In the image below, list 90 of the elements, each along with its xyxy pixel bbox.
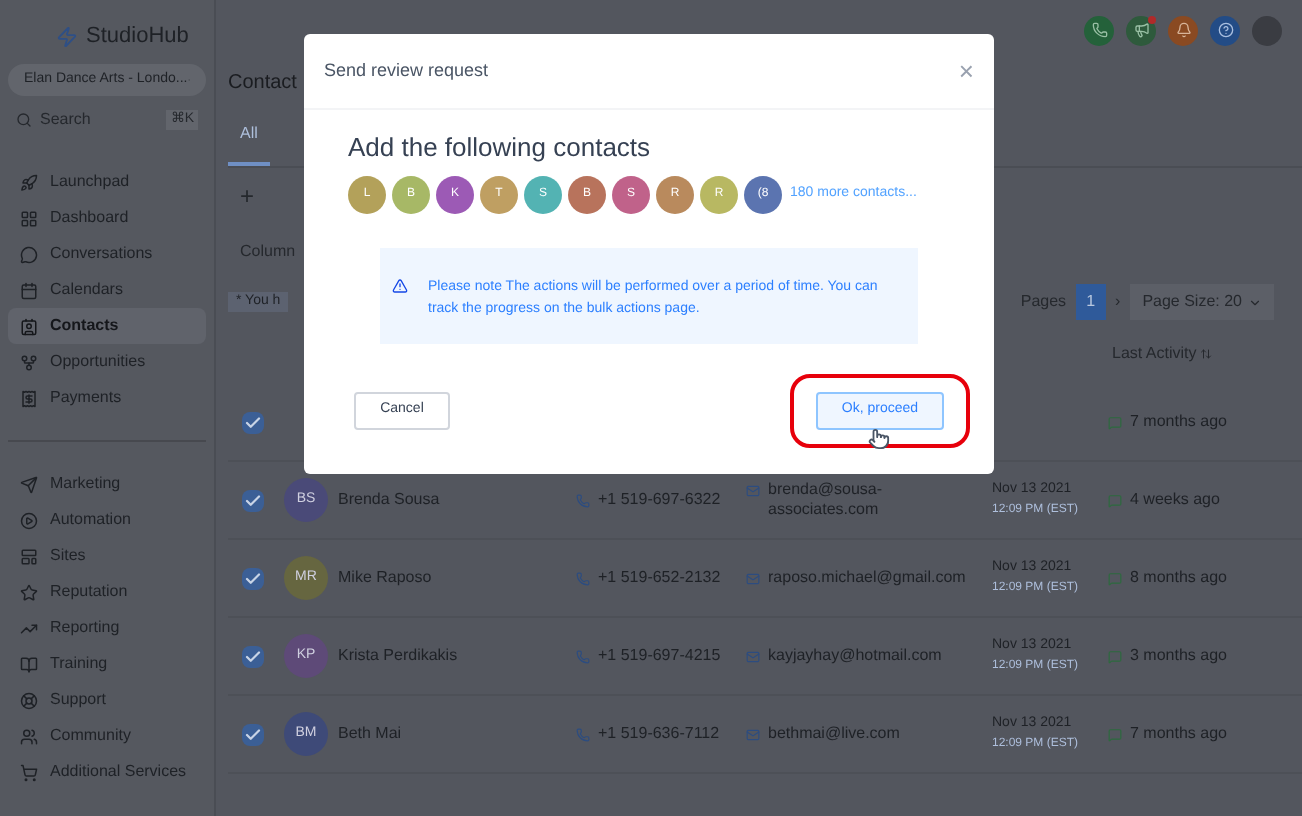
last-activity: 8 months ago <box>1130 566 1227 590</box>
help-icon <box>1217 22 1233 38</box>
sort-icon <box>1200 348 1213 360</box>
contact-name[interactable]: Mike Raposo <box>338 566 432 590</box>
last-activity: 7 months ago <box>1130 410 1227 434</box>
grid-icon <box>20 209 38 227</box>
rocket-icon <box>20 173 38 191</box>
message-icon <box>1108 415 1122 429</box>
sidebar-item[interactable]: Reporting <box>8 610 206 646</box>
contact-email: kayjayhay@hotmail.com <box>768 646 944 666</box>
dialog-heading: Add the following contacts <box>348 130 653 166</box>
cart-icon <box>20 763 38 781</box>
star-icon <box>20 583 38 601</box>
page-title: Contact <box>228 69 297 97</box>
calendar-icon <box>20 281 38 299</box>
page-button[interactable]: 1 <box>1076 284 1106 320</box>
sidebar-item[interactable]: Dashboard <box>8 200 206 236</box>
chevron-down-icon <box>1248 295 1262 309</box>
receipt-icon <box>20 389 38 407</box>
phone-button[interactable] <box>1084 15 1114 45</box>
contact-phone: +1 519-697-6322 <box>598 488 721 512</box>
sidebar-item[interactable]: Community <box>8 718 206 754</box>
phone-icon <box>576 571 590 585</box>
sidebar-item[interactable]: Launchpad <box>8 164 206 200</box>
checkbox[interactable] <box>241 645 263 667</box>
sidebar-item[interactable]: Sites <box>8 538 206 574</box>
chat-bubble-icon <box>20 245 38 263</box>
help-button[interactable] <box>1210 15 1240 45</box>
mail-icon <box>746 484 760 498</box>
sidebar-item[interactable]: Training <box>8 646 206 682</box>
phone-icon <box>576 649 590 663</box>
checkbox[interactable] <box>241 411 263 433</box>
lifebuoy-icon <box>20 691 38 709</box>
contact-email: raposo.michael@gmail.com <box>768 568 968 588</box>
checkbox[interactable] <box>241 723 263 745</box>
contact-card-icon <box>20 317 38 335</box>
phone-icon <box>576 727 590 741</box>
bell-icon <box>1175 22 1191 38</box>
fork-icon <box>20 353 38 371</box>
contact-name[interactable]: Beth Mai <box>338 722 402 746</box>
page-size-select[interactable]: Page Size: 20 <box>1130 284 1274 320</box>
contact-phone: +1 519-636-7112 <box>598 722 720 746</box>
logo: StudioHub <box>86 21 189 52</box>
last-activity: 3 months ago <box>1130 644 1227 668</box>
mail-icon <box>746 728 760 742</box>
add-button[interactable]: + <box>240 178 255 214</box>
contact-phone: +1 519-652-2132 <box>598 566 721 590</box>
mail-icon <box>746 572 760 586</box>
notifications-button[interactable] <box>1168 15 1198 45</box>
sidebar-item[interactable]: Contacts <box>8 308 206 344</box>
dialog-title: Send review request <box>324 57 489 84</box>
phone-icon <box>1091 22 1107 38</box>
megaphone-button[interactable] <box>1126 15 1156 45</box>
trend-line-icon <box>20 619 38 637</box>
sidebar-item[interactable]: Automation <box>8 502 206 538</box>
tab[interactable]: All <box>228 122 270 166</box>
message-icon <box>1108 493 1122 507</box>
last-activity: 7 months ago <box>1130 722 1227 746</box>
contact-email: bethmai@live.com <box>768 724 902 744</box>
message-icon <box>1108 727 1122 741</box>
sidebar-item[interactable]: Marketing <box>8 466 206 502</box>
layout-icon <box>20 547 38 565</box>
search-icon <box>16 112 32 128</box>
warning-icon <box>392 277 408 293</box>
message-icon <box>1108 649 1122 663</box>
sidebar-item[interactable]: Support <box>8 682 206 718</box>
logo-icon <box>56 25 78 47</box>
checkbox[interactable] <box>241 567 263 589</box>
sidebar-item[interactable]: Reputation <box>8 574 206 610</box>
close-button[interactable]: × <box>958 51 974 91</box>
sidebar-item[interactable]: Opportunities <box>8 344 206 380</box>
contact-name[interactable]: Krista Perdikakis <box>338 644 458 668</box>
mail-icon <box>746 650 760 664</box>
contact-email: brenda@sousa-associates.com <box>768 480 885 520</box>
book-icon <box>20 655 38 673</box>
sidebar-item[interactable]: Calendars <box>8 272 206 308</box>
message-icon <box>1108 571 1122 585</box>
sidebar-item[interactable]: Conversations <box>8 236 206 272</box>
contact-phone: +1 519-697-4215 <box>598 644 721 668</box>
sidebar-item[interactable]: Additional Services <box>8 754 206 790</box>
phone-icon <box>576 493 590 507</box>
paper-plane-icon <box>20 475 38 493</box>
play-circle-icon <box>20 511 38 529</box>
sidebar-item[interactable]: Payments <box>8 380 206 416</box>
people-icon <box>20 727 38 745</box>
megaphone-icon <box>1133 22 1149 38</box>
next-page-button[interactable]: › <box>1115 290 1121 314</box>
hand-cursor-icon <box>868 427 890 449</box>
contact-name[interactable]: Brenda Sousa <box>338 488 440 512</box>
checkbox[interactable] <box>241 489 263 511</box>
